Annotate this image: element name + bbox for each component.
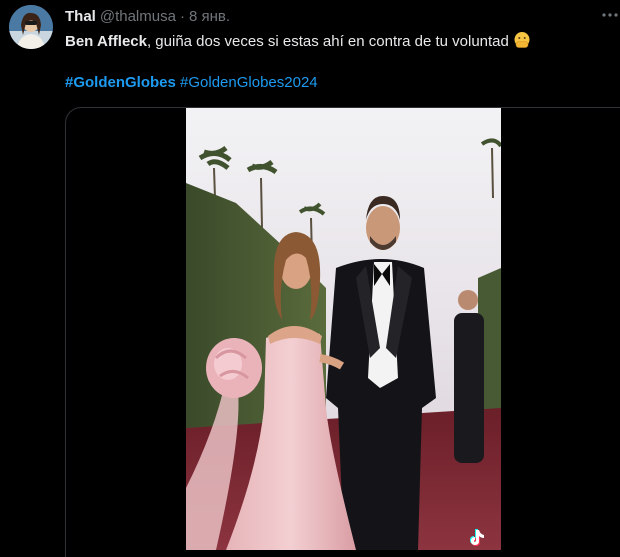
more-horizontal-icon [602, 13, 618, 17]
user-avatar[interactable] [9, 5, 53, 49]
tweet-timestamp[interactable]: 8 янв. [189, 8, 230, 25]
author-display-name[interactable]: Thal [65, 8, 96, 25]
tweet-text-body: , guiña dos veces si estas ahí en contra… [146, 33, 509, 50]
tweet-text: Ben Affleck, guiña dos veces si estas ah… [65, 31, 531, 55]
header-separator: · [179, 7, 185, 25]
tweet[interactable]: Thal @thalmusa · 8 янв. Ben Affleck, gui… [0, 0, 620, 557]
tweet-text-mention: Ben Affleck [65, 33, 147, 50]
author-handle[interactable]: @thalmusa [100, 8, 176, 25]
face-with-hand-over-mouth-icon [513, 31, 531, 55]
video-player[interactable] [186, 108, 501, 550]
more-options-button[interactable] [601, 6, 619, 24]
user-avatar-photo [9, 5, 53, 49]
tiktok-icon [467, 527, 489, 549]
video-thumbnail [186, 108, 501, 550]
hashtag-link[interactable]: #GoldenGlobes [65, 74, 176, 91]
tweet-hashtags: #GoldenGlobes #GoldenGlobes2024 [65, 73, 318, 93]
tweet-header: Thal @thalmusa · 8 янв. [65, 6, 230, 26]
hashtag-link[interactable]: #GoldenGlobes2024 [180, 74, 318, 91]
